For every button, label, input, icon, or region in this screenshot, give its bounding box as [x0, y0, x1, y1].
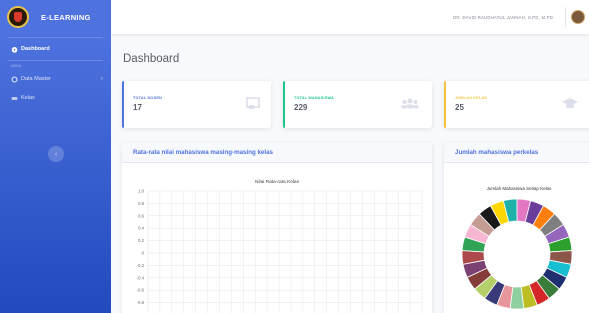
class-icon [11, 96, 18, 100]
users-icon [401, 98, 419, 109]
user-name[interactable]: DR. DAVID RAUDHATUL JANNAH, S.PD, M.PD [453, 15, 553, 20]
sidebar-item-label: Dashboard [21, 46, 50, 52]
sidebar-item-kelas[interactable]: Kelas [0, 90, 111, 106]
chart-title: Jumlah Mahasiswa Setiap Kelas [487, 186, 553, 191]
stat-label: JUMLAH KELAS [455, 96, 488, 100]
sidebar-item-data-master[interactable]: Data Master › [0, 71, 111, 87]
sidebar-divider [8, 37, 103, 38]
sidebar-toggle-button[interactable]: ‹ [48, 146, 64, 162]
sidebar-divider [8, 60, 103, 61]
university-logo [7, 6, 29, 28]
card-accent-bar [444, 81, 446, 128]
topbar: DR. DAVID RAUDHATUL JANNAH, S.PD, M.PD [111, 0, 589, 34]
sidebar-item-dashboard[interactable]: Dashboard [0, 41, 111, 57]
y-tick-label: 0 [142, 251, 145, 256]
average-grade-chart: Nilai Rata-rata Kelas 1.0 0.8 0.6 0.4 0.2 0 -0.… [137, 179, 423, 313]
stat-value: 25 [455, 103, 464, 112]
panel-title: Rata-rata nilai mahasiswa masing-masing … [122, 143, 432, 163]
stat-value: 229 [294, 103, 308, 112]
stat-label: TOTAL MAHASISWA [294, 96, 334, 100]
y-tick-label: 0.4 [138, 226, 144, 231]
stat-card-total-dosen: TOTAL DOSEN 17 [122, 81, 271, 128]
card-accent-bar [122, 81, 124, 128]
y-tick-label: 0.8 [138, 201, 144, 206]
y-tick-label: -0.6 [137, 288, 145, 293]
dashboard-icon [11, 46, 18, 53]
stat-card-total-mahasiswa: TOTAL MAHASISWA 229 [283, 81, 432, 128]
graduation-cap-icon [562, 98, 578, 108]
avatar[interactable] [571, 10, 585, 24]
chart-title: Nilai Rata-rata Kelas [255, 179, 300, 185]
sidebar-item-label: Data Master [21, 76, 51, 82]
sidebar-heading: MENU [11, 64, 22, 68]
average-grade-panel: Rata-rata nilai mahasiswa masing-masing … [122, 143, 432, 313]
card-accent-bar [283, 81, 285, 128]
panel-title: Jumlah mahasiswa perkelas [444, 143, 589, 163]
chevron-left-icon: ‹ [54, 150, 58, 158]
sidebar: E-LEARNING Dashboard MENU Data Master › … [0, 0, 111, 313]
y-tick-label: -0.2 [137, 263, 145, 268]
y-tick-label: -0.4 [137, 275, 145, 280]
sidebar-item-label: Kelas [21, 95, 35, 101]
topbar-divider [565, 7, 566, 27]
stat-value: 17 [133, 103, 142, 112]
students-per-class-panel: Jumlah mahasiswa perkelas Jumlah Mahasis… [444, 143, 589, 313]
stat-card-jumlah-kelas: JUMLAH KELAS 25 [444, 81, 589, 128]
y-tick-label: 0.6 [138, 213, 144, 218]
students-per-class-chart: Jumlah Mahasiswa Setiap Kelas [461, 186, 573, 310]
chalkboard-icon [246, 97, 260, 109]
y-tick-label: 0.2 [138, 238, 144, 243]
y-tick-label: -0.8 [137, 300, 145, 305]
chevron-right-icon: › [101, 76, 103, 82]
stat-label: TOTAL DOSEN [133, 96, 162, 100]
brand[interactable]: E-LEARNING [0, 0, 111, 34]
gear-icon [11, 75, 18, 83]
y-tick-label: 1.0 [138, 189, 144, 194]
page-title: Dashboard [123, 53, 180, 65]
brand-title: E-LEARNING [41, 12, 91, 22]
